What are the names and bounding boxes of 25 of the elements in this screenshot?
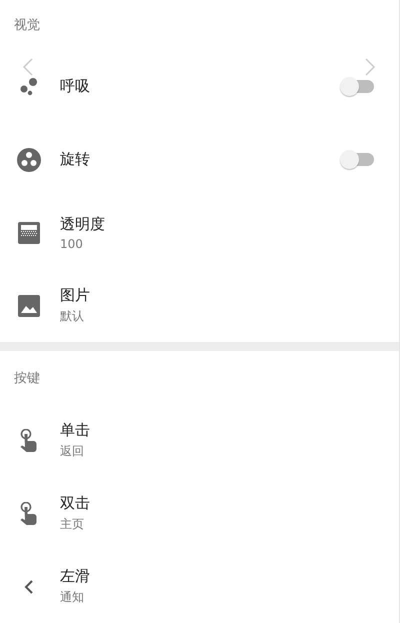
setting-value: 默认 — [60, 308, 85, 325]
opacity-icon — [18, 222, 40, 244]
circle-dots-icon — [17, 148, 41, 172]
chevron-left-icon[interactable] — [22, 58, 34, 76]
setting-title: 左滑 — [60, 567, 91, 586]
tap-icon — [19, 428, 39, 452]
setting-title: 单击 — [60, 421, 91, 440]
setting-title: 旋转 — [60, 150, 91, 169]
toggle-switch[interactable] — [339, 149, 375, 170]
chevron-left-icon — [24, 580, 34, 594]
toggle-switch[interactable] — [339, 76, 375, 97]
chevron-right-icon[interactable] — [364, 58, 376, 76]
section-header: 按键 — [14, 370, 40, 386]
setting-value: 100 — [60, 236, 84, 250]
setting-title: 呼吸 — [60, 77, 91, 96]
image-icon — [18, 294, 40, 316]
setting-title: 透明度 — [60, 214, 106, 234]
setting-title: 图片 — [60, 286, 91, 305]
setting-value: 主页 — [60, 516, 85, 533]
setting-value: 通知 — [60, 589, 85, 606]
section-header: 视觉 — [14, 17, 40, 34]
tap-icon — [19, 502, 39, 526]
dots-icon — [19, 76, 39, 96]
setting-title: 双击 — [60, 494, 91, 513]
setting-value: 返回 — [60, 443, 85, 460]
